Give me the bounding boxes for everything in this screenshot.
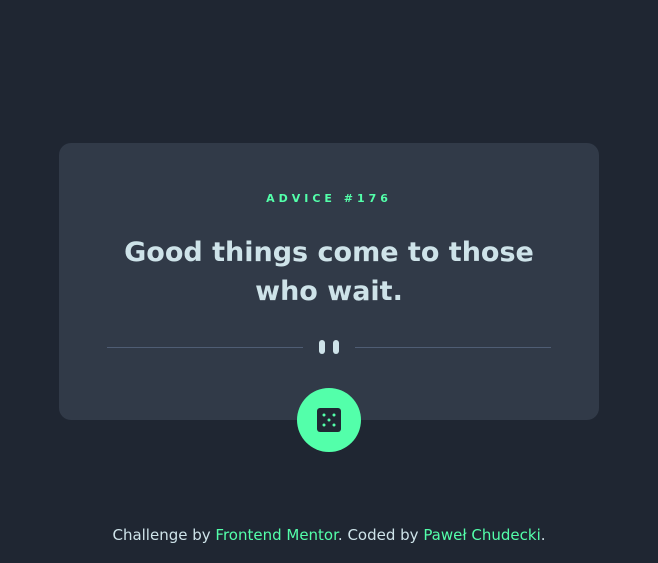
pattern-divider — [107, 339, 551, 355]
generate-advice-button[interactable] — [297, 388, 361, 452]
pause-bar-right — [333, 340, 339, 354]
footer-suffix: . — [540, 526, 546, 544]
advice-quote: Good things come to those who wait. — [124, 237, 534, 307]
advice-id-label: ADVICE #176 — [266, 192, 392, 205]
pause-bar-left — [319, 340, 325, 354]
divider-line-left — [107, 347, 303, 348]
footer-prefix: Challenge by — [112, 526, 216, 544]
dice-icon — [317, 408, 341, 432]
divider-line-right — [355, 347, 551, 348]
author-link[interactable]: Paweł Chudecki — [423, 526, 540, 544]
pause-icon — [319, 340, 339, 354]
attribution-footer: Challenge by Frontend Mentor. Coded by P… — [0, 526, 658, 544]
frontend-mentor-link[interactable]: Frontend Mentor — [215, 526, 338, 544]
advice-card: ADVICE #176 Good things come to those wh… — [59, 143, 599, 420]
footer-middle: . Coded by — [337, 526, 424, 544]
